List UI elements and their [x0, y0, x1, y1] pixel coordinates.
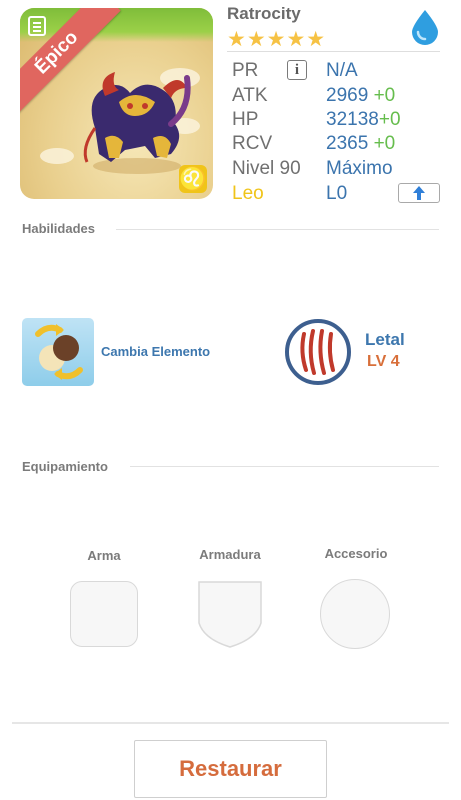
- cloud-decoration: [40, 148, 74, 164]
- claw-marks-icon[interactable]: [284, 318, 352, 386]
- slot-label-armor: Armadura: [199, 547, 261, 562]
- abilities-title: Habilidades: [22, 221, 95, 236]
- skill-name[interactable]: Cambia Elemento: [101, 344, 210, 359]
- creature-portrait[interactable]: Épico ♌: [20, 8, 213, 199]
- stat-row-hp: HP 32138+0: [232, 109, 442, 133]
- stat-label-rcv: RCV: [232, 133, 273, 154]
- stat-value-hp: 32138+0: [326, 109, 401, 131]
- equipment-title: Equipamiento: [22, 459, 108, 474]
- abilities-divider: [116, 229, 439, 230]
- stat-row-atk: ATK 2969 +0: [232, 85, 442, 109]
- swap-element-art: [35, 324, 83, 380]
- stat-value-rcv: 2365 +0: [326, 133, 395, 155]
- atk-value: 2969: [326, 85, 369, 106]
- slot-label-accessory: Accesorio: [324, 546, 388, 561]
- restore-button[interactable]: Restaurar: [134, 740, 327, 798]
- equipment-divider: [130, 466, 439, 467]
- stat-row-pr: PR i N/A: [232, 60, 442, 84]
- armor-slot[interactable]: [196, 579, 264, 649]
- upgrade-button[interactable]: [398, 183, 440, 203]
- accessory-slot[interactable]: [320, 579, 390, 649]
- stat-value-pr: N/A: [326, 60, 358, 81]
- creature-image: [83, 72, 191, 174]
- stats-divider: [227, 51, 440, 52]
- footer-divider: [12, 722, 449, 724]
- stat-value-level: Máximo: [326, 158, 393, 179]
- stat-label-hp: HP: [232, 109, 259, 130]
- star-rating: ★★★★★: [227, 28, 327, 51]
- hp-value: 32138: [326, 109, 379, 130]
- passive-level: LV 4: [367, 353, 400, 370]
- stat-label-sign: Leo: [232, 183, 264, 204]
- water-drop-icon: [412, 10, 438, 45]
- stat-value-atk: 2969 +0: [326, 85, 395, 107]
- swap-element-icon[interactable]: [22, 318, 94, 386]
- stat-label-pr: PR: [232, 60, 259, 81]
- stat-row-sign: Leo L0: [232, 183, 442, 207]
- stat-value-sign: L0: [326, 183, 348, 204]
- slot-label-weapon: Arma: [87, 548, 121, 563]
- leo-zodiac-icon: ♌: [179, 165, 207, 193]
- rcv-value: 2365: [326, 133, 369, 154]
- hp-bonus: +0: [378, 109, 401, 130]
- rcv-bonus: +0: [373, 133, 396, 154]
- stat-row-rcv: RCV 2365 +0: [232, 133, 442, 157]
- atk-bonus: +0: [373, 85, 396, 106]
- arrow-up-icon: [413, 186, 425, 200]
- info-icon[interactable]: i: [287, 60, 307, 80]
- notes-icon[interactable]: [28, 16, 46, 36]
- creature-name: Ratrocity: [227, 4, 301, 23]
- passive-name: Letal: [365, 330, 405, 349]
- stat-label-atk: ATK: [232, 85, 268, 106]
- stat-row-level: Nivel 90 Máximo: [232, 158, 442, 182]
- weapon-slot[interactable]: [70, 581, 138, 647]
- stat-label-level: Nivel 90: [232, 158, 301, 179]
